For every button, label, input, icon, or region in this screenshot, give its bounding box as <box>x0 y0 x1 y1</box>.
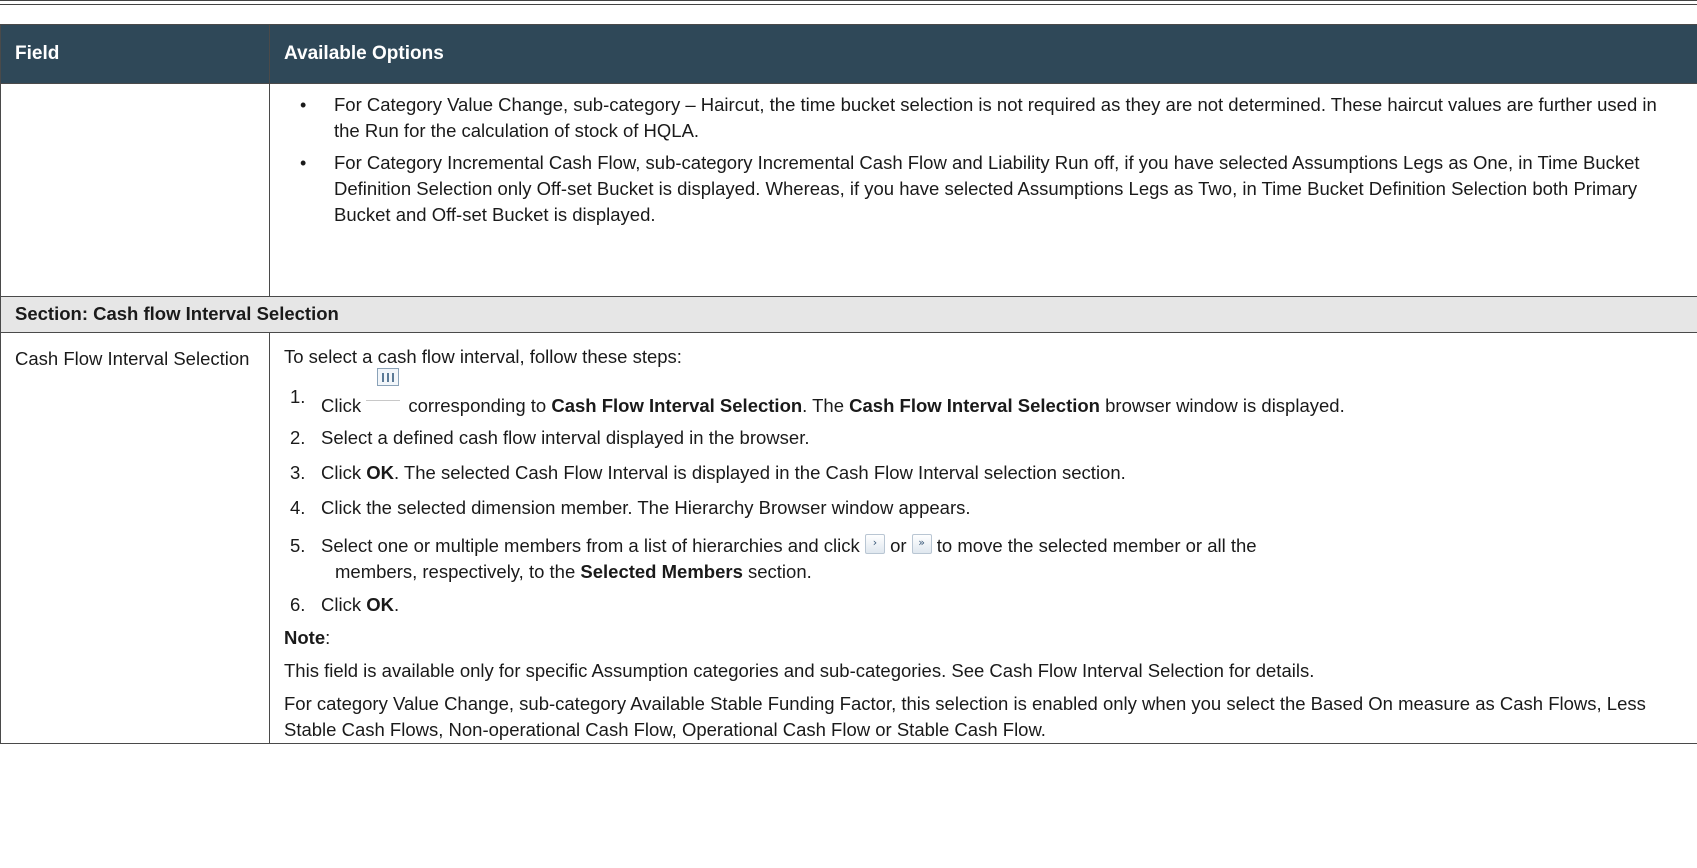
step-text: to move the selected member or all the <box>936 535 1257 556</box>
options-cell: For Category Value Change, sub-category … <box>269 83 1697 297</box>
top-rule <box>0 0 1697 1</box>
step-bold: Cash Flow Interval Selection <box>551 395 803 416</box>
step-continuation: members, respectively, to the Selected M… <box>321 559 812 585</box>
top-rule-inner <box>0 4 1697 5</box>
field-cell-empty <box>0 83 270 297</box>
step-item: 1. Click corresponding to Cash Flow Inte… <box>284 368 1687 419</box>
table-row: Cash Flow Interval Selection To select a… <box>0 332 1697 744</box>
step-bold: OK <box>366 462 394 483</box>
note-heading: Note: <box>284 625 1687 651</box>
step-text: . The selected Cash Flow Interval is dis… <box>393 462 1126 483</box>
intro-text: To select a cash flow interval, follow t… <box>284 346 682 367</box>
step-text: browser window is displayed. <box>1105 395 1345 416</box>
note-text: This field is available only for specifi… <box>284 660 1315 681</box>
step-number: 5. <box>290 535 306 556</box>
step-text: Click <box>321 395 362 416</box>
step-number: 3. <box>290 462 306 483</box>
move-all-icon: » <box>911 534 932 554</box>
move-selected-icon: › <box>864 534 885 554</box>
step-text: Click the selected dimension member. The… <box>321 497 971 518</box>
step-bold: Cash Flow Interval Selection <box>849 395 1100 416</box>
step-number: 4. <box>290 497 306 518</box>
steps-list: 1. Click corresponding to Cash Flow Inte… <box>284 368 1687 618</box>
step-bold: OK <box>366 594 394 615</box>
step-text: . The <box>802 395 844 416</box>
field-label: Cash Flow Interval Selection <box>0 332 270 744</box>
step-text: section. <box>748 561 812 582</box>
note-label: Note <box>284 627 326 648</box>
header-available-options: Available Options <box>269 24 1697 84</box>
step-text: Click <box>321 462 362 483</box>
step-text: members, respectively, to the <box>335 561 576 582</box>
step-item: 6. Click OK. <box>284 592 1687 618</box>
bullet-list: For Category Value Change, sub-category … <box>270 92 1697 228</box>
step-text: corresponding to <box>408 395 547 416</box>
step-number: 2. <box>290 427 306 448</box>
options-cell: To select a cash flow interval, follow t… <box>269 332 1697 744</box>
step-item: 3. Click OK. The selected Cash Flow Inte… <box>284 460 1687 486</box>
extra-text: For category Value Change, sub-category … <box>284 693 1646 740</box>
list-item: For Category Incremental Cash Flow, sub-… <box>270 150 1697 228</box>
step-text: or <box>890 535 907 556</box>
step-text: . <box>393 594 400 615</box>
step-text: Select a defined cash flow interval disp… <box>321 427 810 448</box>
step-number: 6. <box>290 594 306 615</box>
step-item: 5. Select one or multiple members from a… <box>284 533 1687 585</box>
fields-table: Field Available Options For Category Val… <box>0 24 1697 744</box>
table-row: For Category Value Change, sub-category … <box>0 83 1697 297</box>
step-number: 1. <box>290 386 306 407</box>
hierarchy-browser-icon <box>366 368 401 418</box>
step-bold: Selected Members <box>580 561 743 582</box>
step-item: 4. Click the selected dimension member. … <box>284 495 1687 521</box>
section-title: Section: Cash flow Interval Selection <box>0 296 1697 333</box>
step-text: Click <box>321 594 362 615</box>
step-text: Select one or multiple members from a li… <box>321 535 860 556</box>
step-item: 2. Select a defined cash flow interval d… <box>284 425 1687 451</box>
section-row: Section: Cash flow Interval Selection <box>0 296 1697 333</box>
list-item: For Category Value Change, sub-category … <box>270 92 1697 144</box>
header-field: Field <box>0 24 270 84</box>
note-colon: : <box>325 627 331 648</box>
table-header-row: Field Available Options <box>0 24 1697 84</box>
